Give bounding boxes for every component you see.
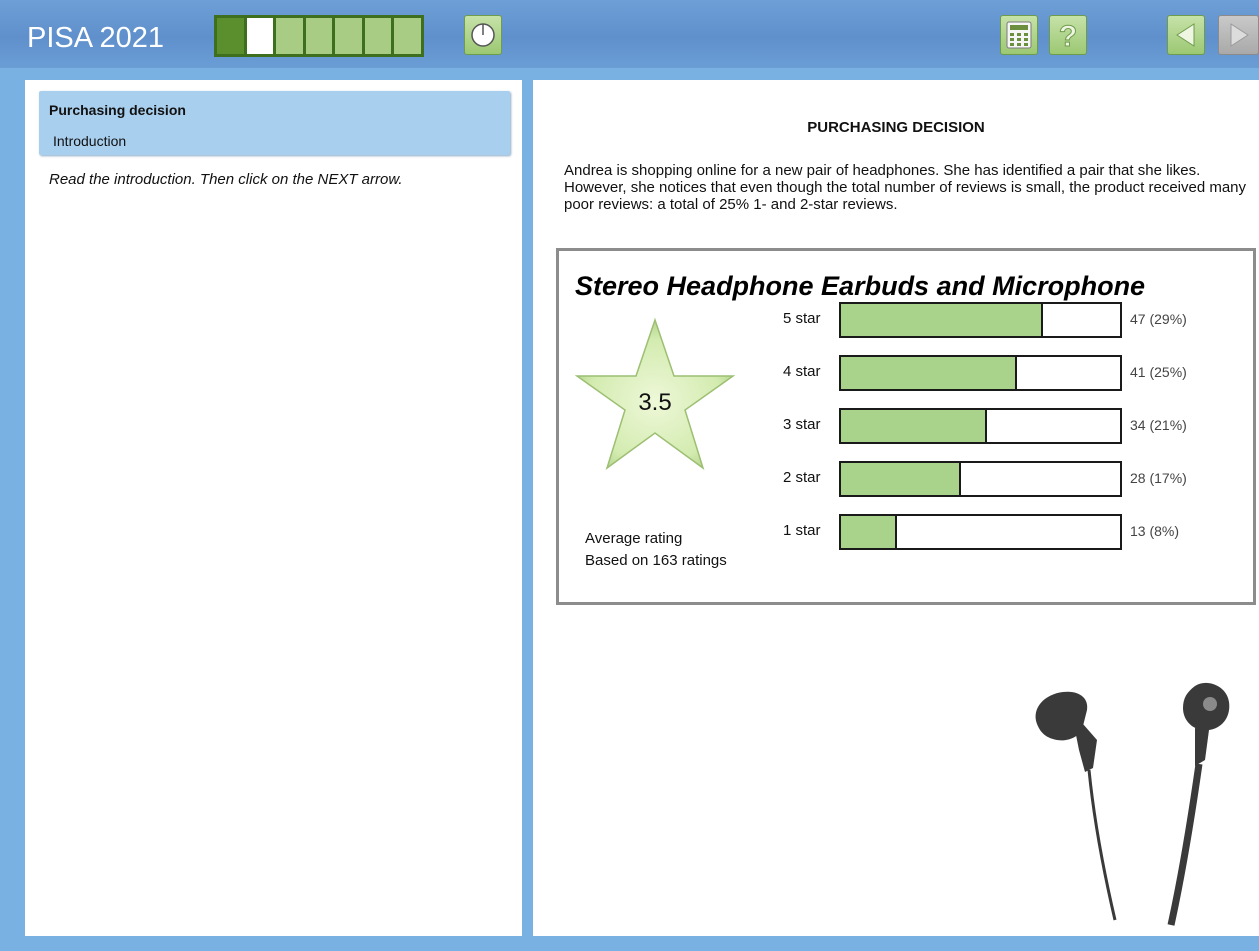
help-button[interactable]: ? — [1049, 15, 1087, 55]
next-arrow-icon — [1230, 23, 1249, 47]
instruction-text: Read the introduction. Then click on the… — [49, 171, 403, 188]
rating-row-label: 1 star — [783, 522, 821, 539]
rating-bar-track — [839, 355, 1122, 391]
rating-count-label: 13 (8%) — [1130, 523, 1180, 539]
unit-section: Introduction — [53, 133, 127, 149]
progress-segment — [364, 18, 392, 54]
rating-star: 3.5 — [575, 317, 735, 472]
ratings-count-label: Based on 163 ratings — [585, 552, 727, 569]
rating-row: 1 star 13 (8%) — [559, 514, 1259, 550]
rating-bar-track — [839, 461, 1122, 497]
progress-segment — [394, 18, 422, 54]
progress-bar — [214, 15, 424, 57]
stimulus-panel: PURCHASING DECISION Andrea is shopping o… — [533, 80, 1259, 936]
rating-bar — [841, 516, 897, 548]
app-title: PISA 2021 — [27, 22, 165, 54]
stimulus-text: Andrea is shopping online for a new pair… — [564, 162, 1247, 213]
next-button[interactable] — [1218, 15, 1259, 55]
rating-row: 4 star 41 (25%) — [559, 355, 1259, 391]
rating-bar — [841, 357, 1017, 389]
progress-segment — [276, 18, 303, 54]
calculator-button[interactable] — [1000, 15, 1038, 55]
rating-bar — [841, 304, 1043, 336]
earbuds-image — [1035, 682, 1230, 926]
timer-icon — [471, 23, 495, 47]
rating-bar — [841, 410, 987, 442]
rating-count-label: 28 (17%) — [1130, 470, 1187, 486]
rating-row: 3 star 34 (21%) — [559, 408, 1259, 444]
rating-row-label: 4 star — [783, 363, 821, 380]
help-icon: ? — [1058, 20, 1077, 52]
rating-row-label: 3 star — [783, 416, 821, 433]
stimulus-title: PURCHASING DECISION — [807, 119, 985, 136]
rating-row-label: 2 star — [783, 469, 821, 486]
product-name: Stereo Headphone Earbuds and Microphone — [575, 271, 1146, 301]
review-card: Stereo Headphone Earbuds and Microphone … — [556, 248, 1256, 605]
back-arrow-icon — [1176, 23, 1195, 47]
rating-bar — [841, 463, 961, 495]
calculator-icon — [1006, 21, 1032, 49]
rating-count-label: 34 (21%) — [1130, 417, 1187, 433]
rating-bar-track — [839, 514, 1122, 550]
navigation-panel: Purchasing decision Introduction Read th… — [25, 80, 522, 936]
rating-count-label: 41 (25%) — [1130, 364, 1187, 380]
rating-row: 2 star 28 (17%) — [559, 461, 1259, 497]
back-button[interactable] — [1167, 15, 1205, 55]
rating-bar-track — [839, 302, 1122, 338]
timer-button[interactable] — [464, 15, 502, 55]
rating-count-label: 47 (29%) — [1130, 311, 1187, 327]
progress-segment — [246, 18, 274, 54]
unit-title: Purchasing decision — [49, 102, 186, 118]
progress-segment — [217, 18, 244, 54]
progress-segment — [305, 18, 333, 54]
svg-text:?: ? — [1059, 20, 1077, 51]
unit-nav-item[interactable]: Purchasing decision Introduction — [39, 91, 510, 155]
progress-segment — [335, 18, 362, 54]
rating-bar-track — [839, 408, 1122, 444]
top-bar: PISA 2021 ? — [0, 0, 1259, 68]
rating-row: 5 star 47 (29%) — [559, 302, 1259, 338]
rating-row-label: 5 star — [783, 310, 821, 327]
